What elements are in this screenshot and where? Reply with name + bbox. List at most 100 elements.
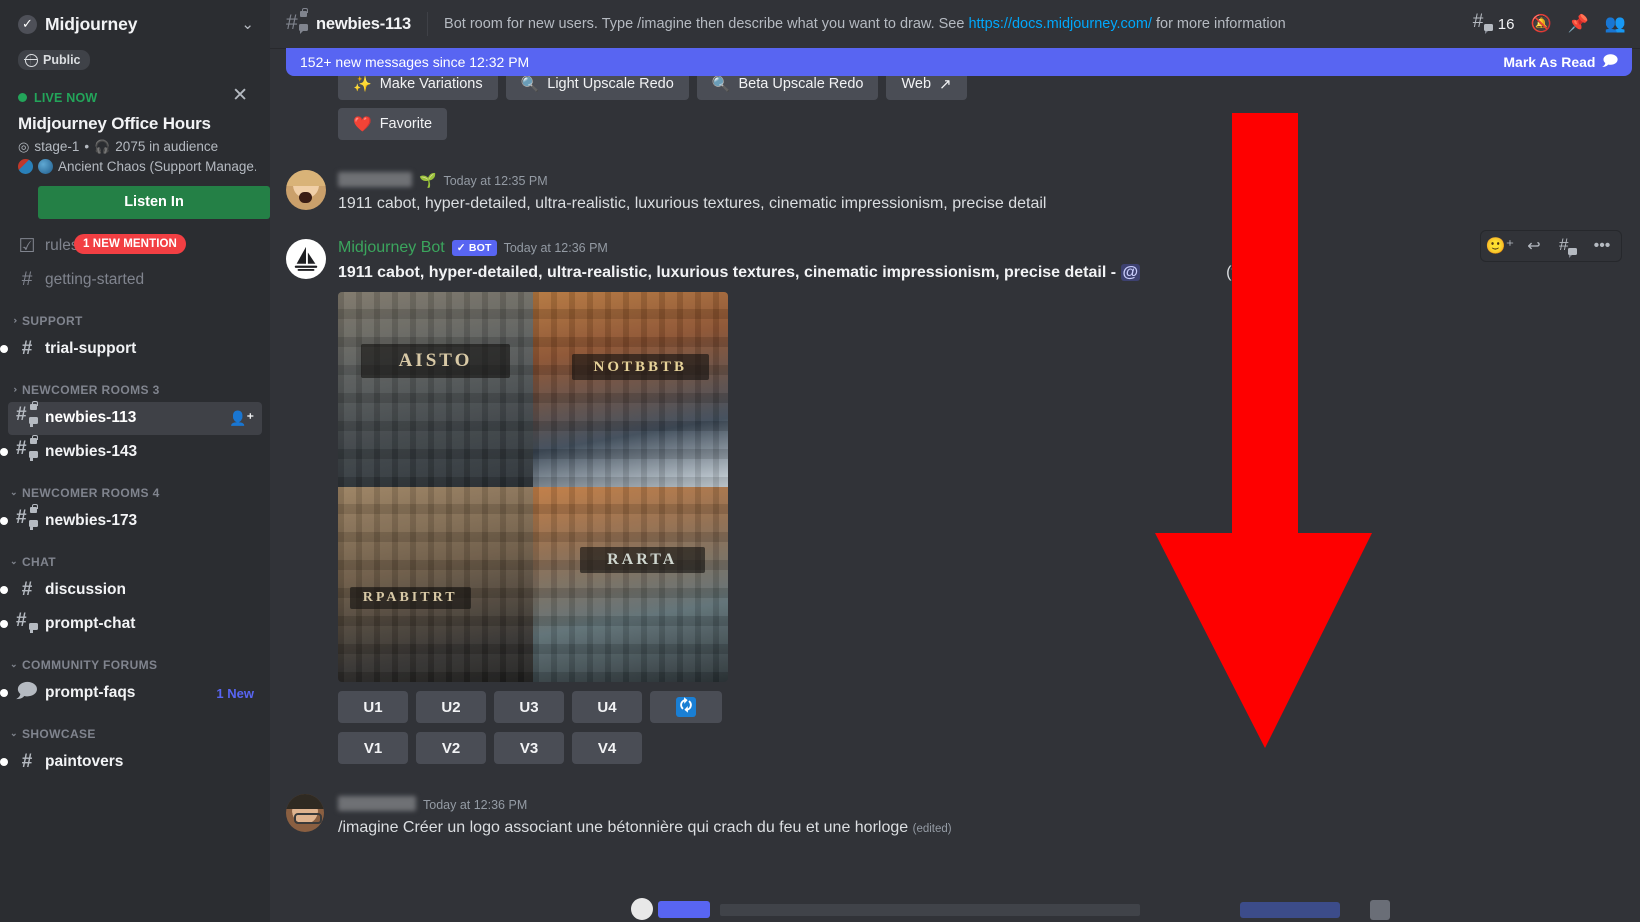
- category-label: SUPPORT: [21, 313, 83, 328]
- more-options-icon[interactable]: •••: [1587, 233, 1617, 259]
- page-title[interactable]: newbies-113: [316, 15, 411, 34]
- message-text: 1911 cabot, hyper-detailed, ultra-realis…: [338, 195, 1047, 212]
- image-tile-4[interactable]: RARTA: [533, 487, 728, 683]
- listen-in-button[interactable]: Listen In: [38, 185, 270, 219]
- image-tile-3[interactable]: RPABITRT: [338, 487, 533, 683]
- upscale-button-u2[interactable]: U2: [416, 691, 486, 724]
- channel-topic[interactable]: Bot room for new users. Type /imagine th…: [444, 16, 1461, 32]
- audience-count: 2075 in audience: [115, 139, 219, 154]
- chevron-down-icon: ⌄: [10, 659, 18, 669]
- magnifier-icon: 🔍: [711, 76, 731, 93]
- sidebar-item-paintovers[interactable]: # paintovers: [0, 746, 262, 779]
- upscale-button-u3[interactable]: U3: [494, 691, 564, 724]
- sidebar-item-trial-support[interactable]: # trial-support: [0, 333, 262, 366]
- upscale-button-u4[interactable]: U4: [572, 691, 642, 724]
- avatar[interactable]: [286, 794, 324, 833]
- image-sign-text: RARTA: [579, 547, 705, 574]
- hash-lock-icon: #: [16, 435, 38, 465]
- image-grid[interactable]: AISTO NOTBBTB RPABITRT RARTA: [338, 292, 728, 683]
- guild-header[interactable]: ✓ Midjourney ⌄: [0, 0, 270, 48]
- mark-as-read-label: Mark As Read: [1503, 54, 1596, 70]
- unread-indicator: [0, 586, 8, 594]
- sidebar-item-prompt-chat[interactable]: # prompt-chat: [0, 608, 262, 641]
- public-badge-row: Public: [0, 48, 270, 82]
- member-list-button[interactable]: 👥: [1605, 14, 1626, 34]
- headphones-icon: 🎧: [94, 138, 111, 154]
- category-chat[interactable]: ⌄ CHAT: [0, 539, 270, 573]
- close-icon[interactable]: ✕: [232, 86, 248, 105]
- create-thread-icon[interactable]: #: [1553, 233, 1583, 259]
- category-label: COMMUNITY FORUMS: [21, 657, 158, 672]
- globe-icon: [24, 53, 38, 67]
- favorite-button[interactable]: ❤️ Favorite: [338, 108, 448, 140]
- edited-marker: (edited): [912, 823, 952, 836]
- user-mention[interactable]: @: [1120, 264, 1141, 282]
- category-newcomer-rooms-4[interactable]: ⌄ NEWCOMER ROOMS 4: [0, 470, 270, 504]
- mention-badge: 1 NEW MENTION: [74, 233, 186, 254]
- live-stage-panel: ✕ LIVE NOW Midjourney Office Hours ◎ sta…: [0, 82, 270, 219]
- stage-name: stage-1: [34, 139, 80, 154]
- sidebar-item-prompt-faqs[interactable]: 🗩 prompt-faqs 1 New: [0, 677, 262, 710]
- username-redacted[interactable]: [338, 796, 416, 812]
- image-sign-text: RPABITRT: [349, 587, 471, 610]
- message-midjourney-bot: Midjourney Bot ✓ BOT Today at 12:36 PM 1…: [270, 237, 1640, 766]
- variation-button-v2[interactable]: V2: [416, 732, 486, 765]
- pin-icon: 📌: [1567, 14, 1589, 33]
- add-reaction-icon[interactable]: 🙂⁺: [1485, 233, 1515, 259]
- mark-as-read-button[interactable]: Mark As Read 🗩: [1503, 50, 1618, 74]
- members-icon: 👥: [1604, 14, 1626, 33]
- upscale-button-row: U1 U2 U3 U4 🗘: [338, 691, 1592, 724]
- channel-list: ☑ rules 1 NEW MENTION # getting-started …: [0, 219, 270, 779]
- sidebar-item-newbies-143[interactable]: # newbies-143: [0, 435, 262, 469]
- image-tile-2[interactable]: NOTBBTB: [533, 292, 728, 488]
- reroll-button[interactable]: 🗘: [650, 691, 722, 724]
- category-label: SHOWCASE: [21, 726, 96, 741]
- generated-image-attachment[interactable]: AISTO NOTBBTB RPABITRT RARTA: [338, 292, 728, 683]
- topic-text-before: Bot room for new users. Type /imagine th…: [444, 16, 969, 32]
- username-redacted[interactable]: [338, 172, 412, 187]
- threads-button[interactable]: # 16: [1473, 11, 1514, 36]
- pinned-messages-button[interactable]: 📌: [1568, 14, 1589, 34]
- chevron-down-icon[interactable]: ⌄: [233, 15, 262, 33]
- bot-tag: ✓ BOT: [451, 240, 497, 257]
- add-member-icon[interactable]: 👤⁺: [229, 410, 254, 427]
- category-support[interactable]: ⌄ SUPPORT: [0, 298, 270, 332]
- category-community-forums[interactable]: ⌄ COMMUNITY FORUMS: [0, 642, 270, 676]
- live-event-title: Midjourney Office Hours: [18, 113, 211, 133]
- live-now-label: LIVE NOW: [34, 90, 98, 105]
- prompt-text: 1911 cabot, hyper-detailed, ultra-realis…: [338, 264, 1107, 282]
- sidebar-item-discussion[interactable]: # discussion: [0, 574, 262, 607]
- category-newcomer-rooms-3[interactable]: ⌄ NEWCOMER ROOMS 3: [0, 367, 270, 401]
- avatar[interactable]: [286, 170, 326, 210]
- category-showcase[interactable]: ⌄ SHOWCASE: [0, 711, 270, 745]
- message-text: 1911 cabot, hyper-detailed, ultra-realis…: [338, 262, 1592, 284]
- sidebar-item-label: discussion: [45, 581, 126, 598]
- variation-button-v3[interactable]: V3: [494, 732, 564, 765]
- notification-settings-button[interactable]: 🔕: [1530, 14, 1551, 34]
- discord-app-window: ✓ Midjourney ⌄ Public ✕ LIVE NOW Midjour…: [0, 0, 1640, 922]
- variation-button-v4[interactable]: V4: [572, 732, 642, 765]
- new-messages-banner[interactable]: 152+ new messages since 12:32 PM Mark As…: [286, 48, 1632, 76]
- magnifier-icon: 🔍: [520, 76, 540, 93]
- sidebar-item-newbies-113[interactable]: # newbies-113 👤⁺: [8, 401, 262, 435]
- threads-icon: #: [1473, 11, 1493, 36]
- reroll-icon: 🗘: [676, 697, 696, 718]
- reply-icon[interactable]: ↩: [1519, 233, 1549, 259]
- sidebar-item-getting-started[interactable]: # getting-started: [8, 264, 262, 297]
- bot-username[interactable]: Midjourney Bot: [338, 239, 445, 257]
- variation-button-row: V1 V2 V3 V4: [338, 732, 1592, 765]
- sidebar-item-rules[interactable]: ☑ rules 1 NEW MENTION: [8, 230, 262, 263]
- message-header: 🌱 Today at 12:35 PM: [338, 170, 1592, 192]
- imagine-command-text: /imagine Créer un logo associant une bét…: [338, 819, 909, 837]
- sidebar-item-newbies-173[interactable]: # newbies-173: [0, 504, 262, 538]
- image-tile-1[interactable]: AISTO: [338, 292, 533, 488]
- avatar[interactable]: [286, 239, 326, 280]
- sparkles-icon: ✨: [353, 76, 372, 93]
- leaf-badge-icon: 🌱: [419, 172, 437, 188]
- chevron-down-icon: ⌄: [10, 487, 18, 497]
- variation-button-v1[interactable]: V1: [338, 732, 408, 765]
- upscale-button-u1[interactable]: U1: [338, 691, 408, 724]
- category-label: NEWCOMER ROOMS 3: [21, 382, 160, 397]
- topic-link[interactable]: https://docs.midjourney.com/: [968, 16, 1151, 32]
- attachment-thumb: [1370, 900, 1390, 920]
